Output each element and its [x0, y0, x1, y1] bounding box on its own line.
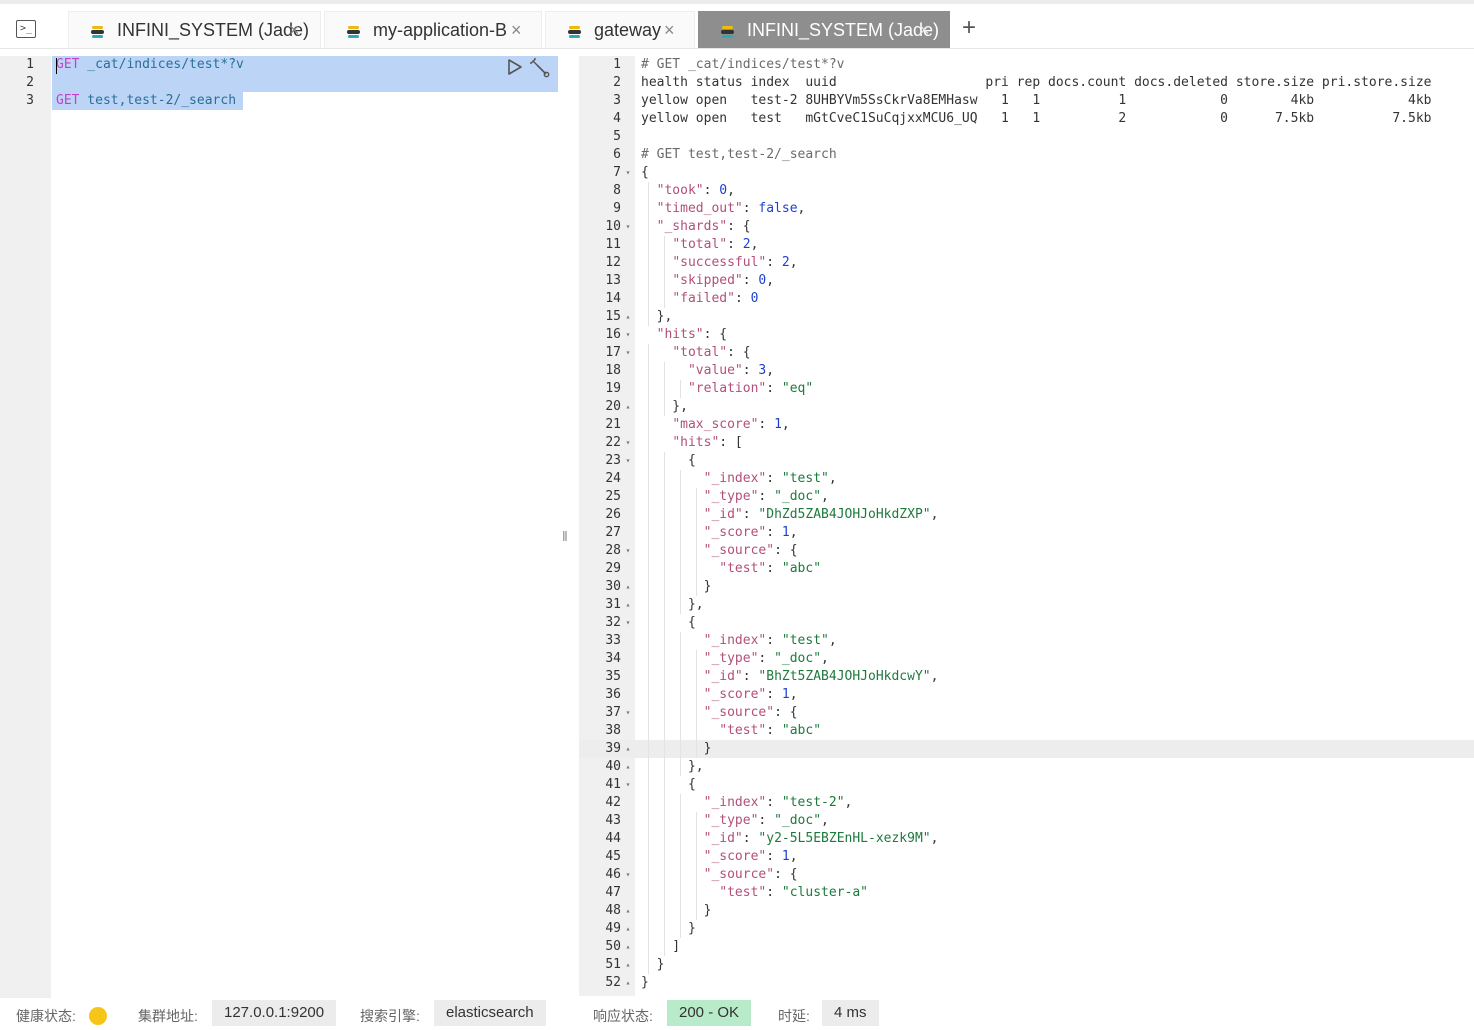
health-label: 健康状态:	[16, 1008, 76, 1024]
fold-caret-icon: ▾	[625, 708, 631, 717]
cat-row: yellow open test-2 8UHBYVm5SsCkrVa8EMHas…	[641, 93, 1432, 108]
window-top-border	[0, 0, 1474, 4]
fold-caret-icon: ▴	[625, 312, 631, 321]
search-engine-value: elasticsearch	[434, 1000, 546, 1026]
cluster-address-label: 集群地址:	[138, 1008, 198, 1024]
add-tab-button[interactable]: +	[962, 14, 976, 42]
fold-caret-icon: ▴	[625, 744, 631, 753]
fold-caret-icon: ▾	[625, 780, 631, 789]
close-icon[interactable]: ×	[289, 20, 300, 41]
elasticsearch-icon	[91, 26, 104, 38]
fold-caret-icon: ▴	[625, 942, 631, 951]
tab-my-application-b[interactable]: my-application-B ×	[324, 11, 542, 48]
fold-caret-icon: ▴	[625, 978, 631, 987]
tab-label: INFINI_SYSTEM (Jade)	[747, 20, 940, 40]
cat-row: yellow open test mGtCveC1SuCqjxxMCU6_UQ …	[641, 111, 1432, 126]
fold-caret-icon: ▾	[625, 456, 631, 465]
cat-header: health status index uuid pri rep docs.co…	[641, 75, 1432, 90]
elasticsearch-icon	[721, 26, 734, 38]
response-status-label: 响应状态:	[593, 1008, 653, 1024]
output-line-numbers: 1 2 3 4 5 6 7 ▾ 8 9 10 ▾ 11 12 13 14 15 ▴ 1…	[579, 56, 635, 992]
close-icon[interactable]: ×	[919, 20, 930, 41]
close-icon[interactable]: ×	[664, 20, 675, 41]
fold-caret-icon: ▾	[625, 438, 631, 447]
text-cursor	[56, 58, 57, 74]
fold-caret-icon: ▴	[625, 924, 631, 933]
tab-gateway[interactable]: gateway ×	[545, 11, 695, 48]
fold-caret-icon: ▾	[625, 618, 631, 627]
cluster-address-value: 127.0.0.1:9200	[212, 1000, 337, 1026]
response-status-badge: 200 - OK	[667, 1000, 752, 1026]
latency-label: 时延:	[778, 1008, 810, 1024]
fold-caret-icon: ▾	[625, 348, 631, 357]
fold-caret-icon: ▴	[625, 600, 631, 609]
console-icon[interactable]: >_	[16, 20, 36, 38]
tab-bar: >_ INFINI_SYSTEM (Jade) × my-application…	[0, 8, 1474, 49]
editor-line-numbers: 1 2 3	[26, 57, 34, 108]
tab-infini-system-1[interactable]: INFINI_SYSTEM (Jade) ×	[68, 11, 321, 48]
fold-caret-icon: ▴	[625, 960, 631, 969]
fold-caret-icon: ▾	[625, 330, 631, 339]
latency-value: 4 ms	[822, 1000, 879, 1026]
fold-caret-icon: ▴	[625, 906, 631, 915]
close-icon[interactable]: ×	[511, 20, 522, 41]
fold-caret-icon: ▴	[625, 582, 631, 591]
editor-gutter	[0, 56, 51, 998]
tab-label: INFINI_SYSTEM (Jade)	[117, 20, 310, 40]
resize-handle[interactable]: ‖	[562, 528, 568, 544]
fold-caret-icon: ▴	[625, 402, 631, 411]
fold-caret-icon: ▾	[625, 168, 631, 177]
play-icon[interactable]	[507, 58, 523, 76]
elasticsearch-icon	[347, 26, 360, 38]
wrench-icon[interactable]	[530, 58, 550, 78]
dev-tools-console: >_ INFINI_SYSTEM (Jade) × my-application…	[0, 0, 1474, 1030]
fold-caret-icon: ▾	[625, 870, 631, 879]
fold-caret-icon: ▾	[625, 546, 631, 555]
status-bar: 健康状态: 集群地址: 127.0.0.1:9200 搜索引擎: elastic…	[0, 998, 1474, 1030]
fold-caret-icon: ▴	[625, 762, 631, 771]
elasticsearch-icon	[568, 26, 581, 38]
request-line: GET test,test-2/_search	[56, 93, 237, 108]
request-line: GET _cat/indices/test*?v	[56, 57, 244, 72]
tab-label: my-application-B	[373, 20, 508, 40]
tab-label: gateway	[594, 20, 662, 40]
health-status-dot	[89, 1007, 107, 1025]
fold-caret-icon: ▾	[625, 222, 631, 231]
search-engine-label: 搜索引擎:	[360, 1008, 420, 1024]
request-editor[interactable]: GET _cat/indices/test*?v GET test,test-2…	[56, 56, 244, 110]
response-output[interactable]: # GET _cat/indices/test*?v health status…	[641, 56, 1432, 992]
tab-infini-system-active[interactable]: INFINI_SYSTEM (Jade) ×	[698, 11, 950, 48]
